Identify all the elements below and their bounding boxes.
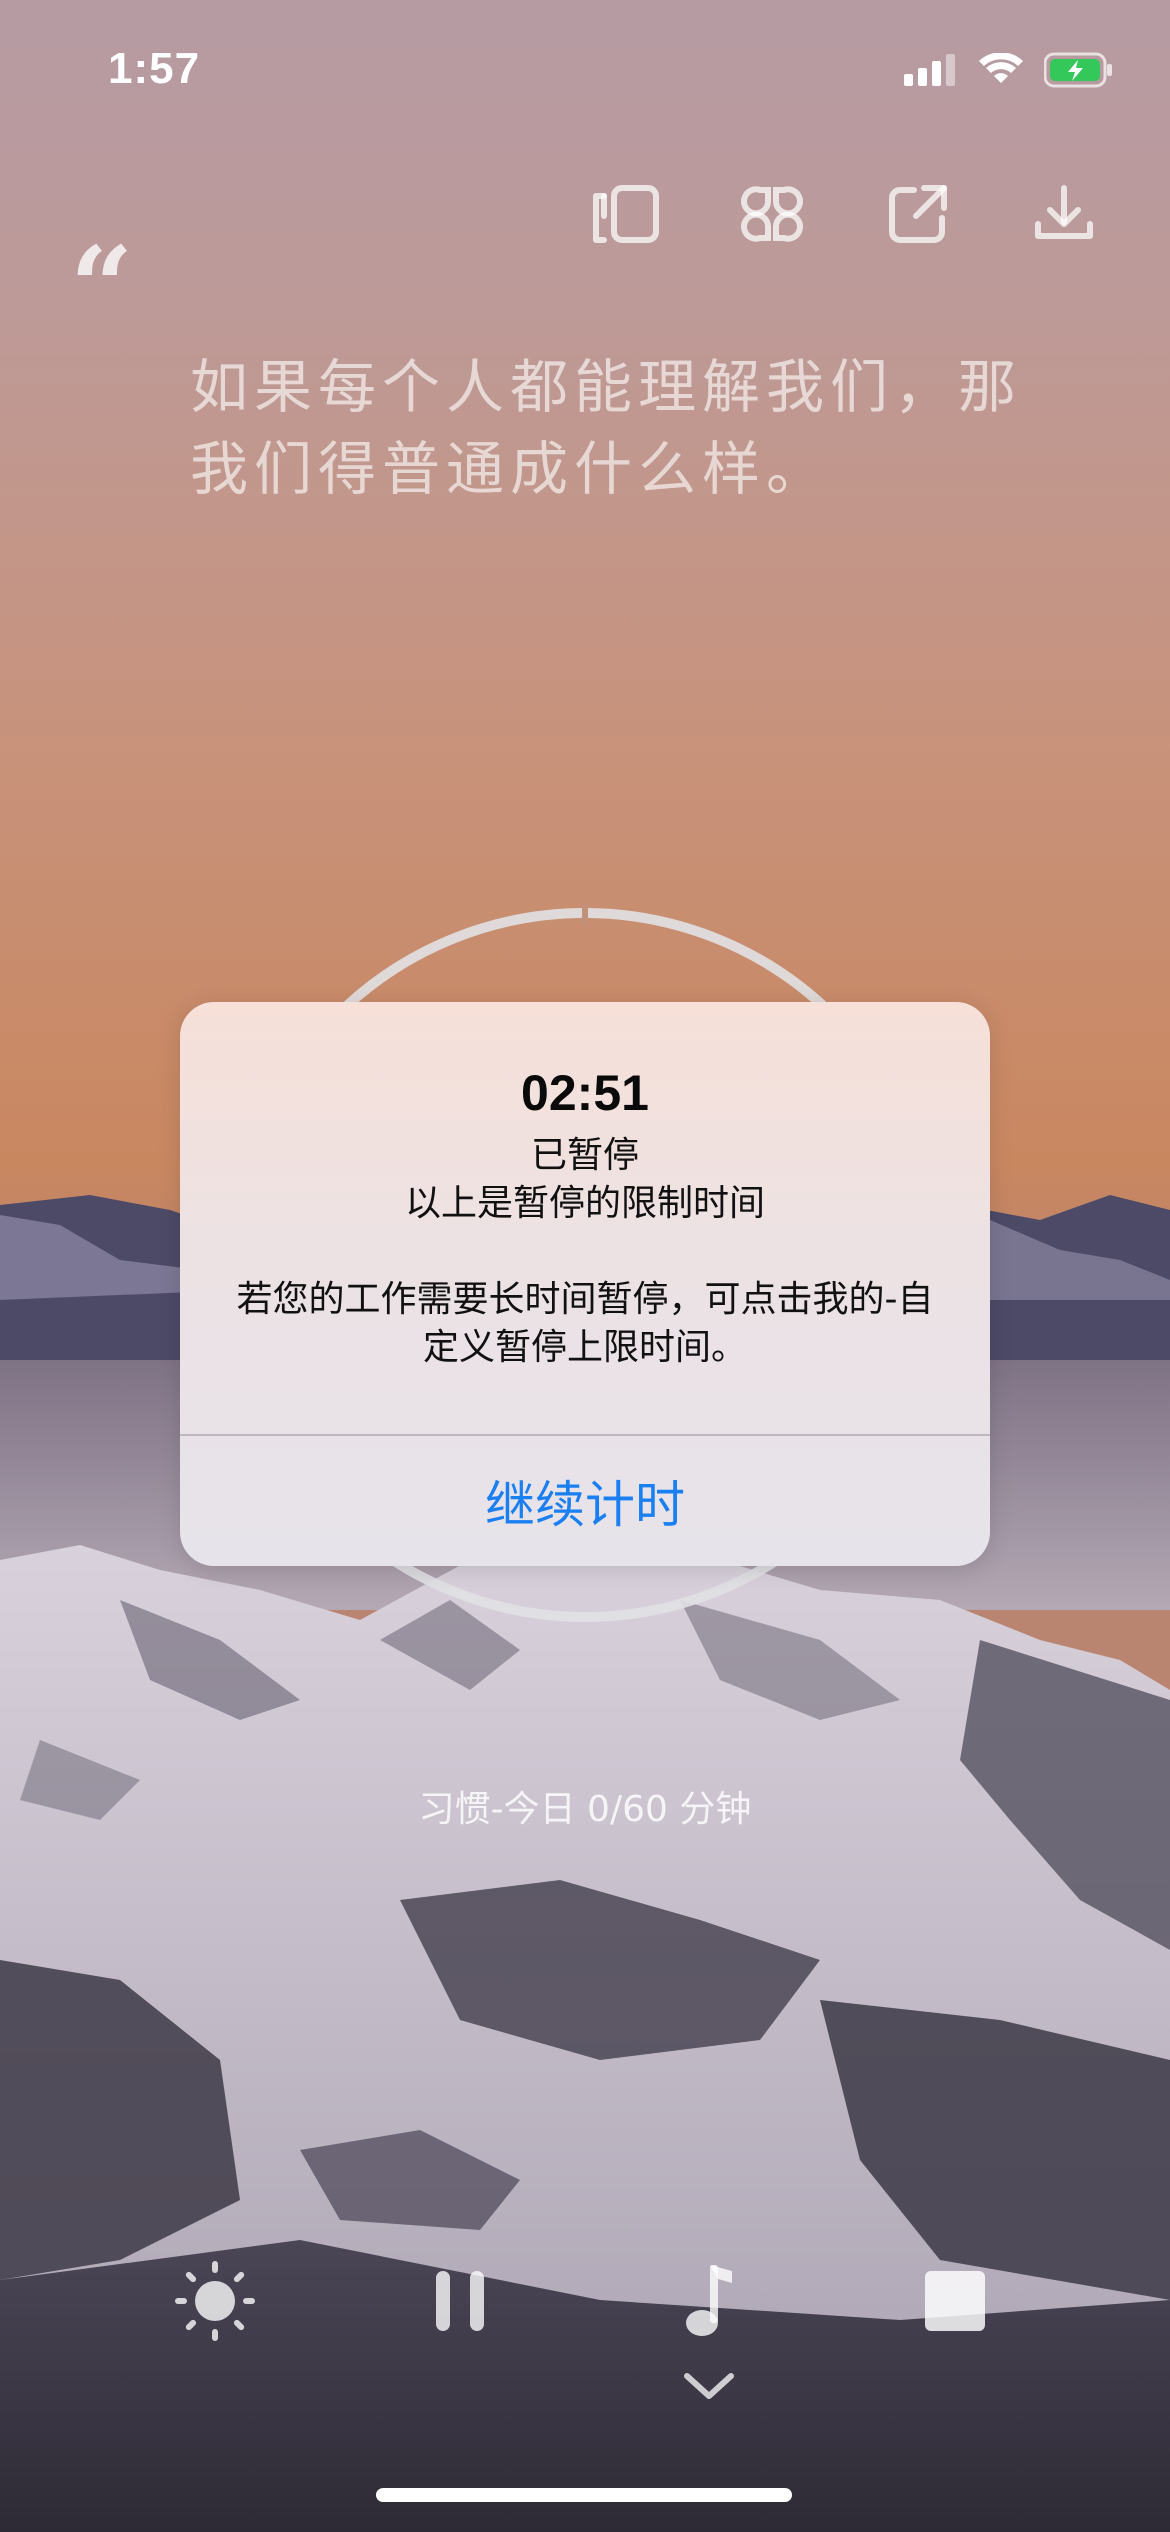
music-icon <box>686 2265 732 2336</box>
music-button[interactable] <box>663 2256 753 2346</box>
grid-icon <box>741 186 803 242</box>
cellular-signal-icon <box>904 54 955 86</box>
grid-button[interactable] <box>728 170 816 258</box>
pause-icon <box>436 2271 484 2331</box>
stop-icon <box>925 2271 985 2331</box>
layout-icon <box>593 185 659 243</box>
stop-button[interactable] <box>910 2256 1000 2346</box>
bottom-controls <box>170 2256 1000 2346</box>
pause-button[interactable] <box>415 2256 505 2346</box>
brightness-icon <box>175 2261 255 2341</box>
share-button[interactable] <box>874 170 962 258</box>
battery-charging-icon <box>1044 52 1112 88</box>
wifi-icon <box>979 53 1023 83</box>
download-button[interactable] <box>1020 170 1108 258</box>
pause-alert-dialog: 02:51 已暂停 以上是暂停的限制时间 若您的工作需要长时间暂停，可点击我的-… <box>180 1002 990 1566</box>
habit-progress-label: 习惯-今日 0/60 分钟 <box>418 1789 752 1830</box>
status-indicators <box>904 52 1114 88</box>
share-icon <box>889 185 947 243</box>
timer-screen: 1:57 “ 如果每个人都能理解我们，那我们得普通成什么样。 02:51 已暂停… <box>0 0 1170 2532</box>
download-icon <box>1035 185 1093 239</box>
paused-timer-value: 02:51 <box>521 1065 649 1121</box>
pause-limit-hint: 若您的工作需要长时间暂停，可点击我的-自定义暂停上限时间。 <box>236 1279 934 1368</box>
quote-mark-icon: “ <box>70 222 134 351</box>
quote-text: 如果每个人都能理解我们，那我们得普通成什么样。 <box>190 353 1023 503</box>
pause-limit-note: 以上是暂停的限制时间 <box>404 1183 765 1224</box>
top-toolbar <box>582 170 1108 258</box>
resume-timer-button[interactable]: 继续计时 <box>180 1436 990 1566</box>
home-indicator[interactable] <box>376 2488 792 2502</box>
status-time: 1:57 <box>108 44 201 93</box>
layout-button[interactable] <box>582 170 670 258</box>
paused-label: 已暂停 <box>530 1135 639 1176</box>
chevron-down-icon[interactable] <box>681 2368 737 2404</box>
alert-message: 已暂停 以上是暂停的限制时间 若您的工作需要长时间暂停，可点击我的-自定义暂停上… <box>220 1132 950 1372</box>
brightness-button[interactable] <box>170 2256 260 2346</box>
